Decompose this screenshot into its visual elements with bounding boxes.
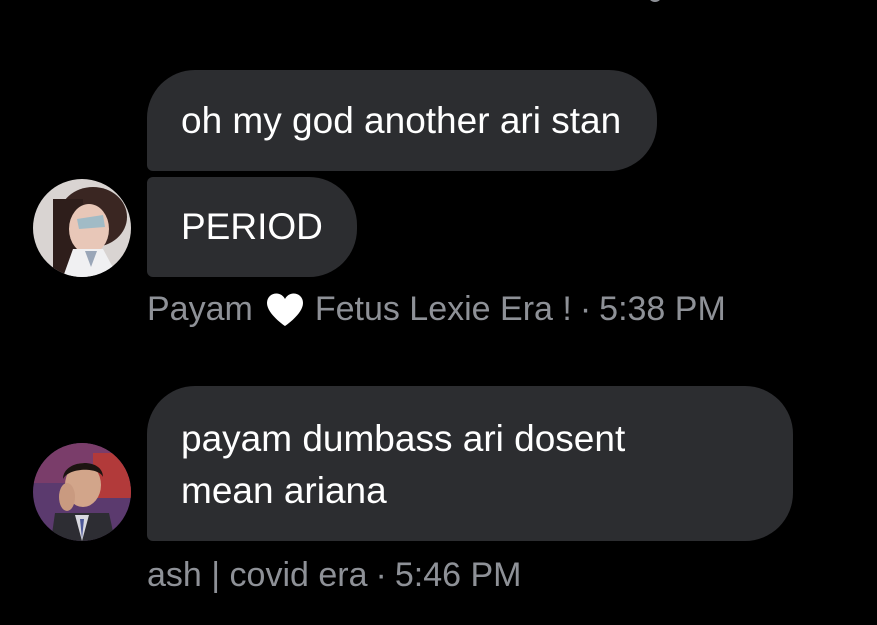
timestamp: 5:46 PM xyxy=(394,556,522,594)
heart-icon xyxy=(266,293,303,326)
message-meta: Payam Fetus Lexie Era ! · 5:38 PM xyxy=(147,290,726,329)
previous-message-fragment xyxy=(648,0,662,2)
message-meta: ash | covid era · 5:46 PM xyxy=(147,556,521,595)
timestamp: 5:38 PM xyxy=(599,290,726,328)
message-bubble[interactable]: payam dumbass ari dosent mean ariana xyxy=(147,386,793,541)
sender-name[interactable]: Payam xyxy=(147,290,253,329)
message-bubble[interactable]: PERIOD xyxy=(147,177,357,277)
message-text-line: payam dumbass ari dosent xyxy=(181,418,626,459)
message-text-line: mean ariana xyxy=(181,470,387,511)
meta-separator: · xyxy=(375,556,387,594)
sender-name-suffix[interactable]: Fetus Lexie Era ! xyxy=(315,290,572,329)
avatar[interactable] xyxy=(33,443,131,541)
message-text: oh my god another ari stan xyxy=(181,99,622,141)
message-bubble[interactable]: oh my god another ari stan xyxy=(147,70,658,171)
meta-separator: · xyxy=(579,290,592,328)
avatar[interactable] xyxy=(33,179,131,277)
sender-name[interactable]: ash | covid era xyxy=(147,556,368,595)
avatar-image-ash xyxy=(33,443,131,541)
message-text: PERIOD xyxy=(181,206,323,247)
avatar-image-payam xyxy=(33,179,131,277)
